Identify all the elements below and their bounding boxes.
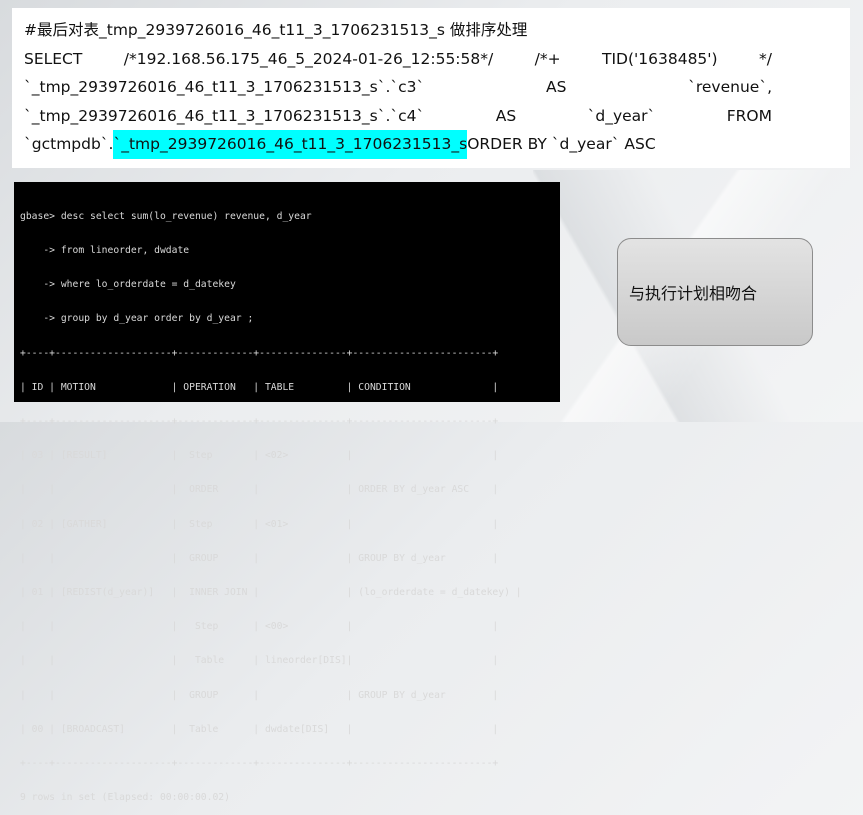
terminal-line: +----+--------------------+-------------… bbox=[20, 758, 499, 770]
terminal-line: | | | ORDER | | ORDER BY d_year ASC | bbox=[20, 484, 499, 496]
terminal-line: | ID | MOTION | OPERATION | TABLE | COND… bbox=[20, 381, 499, 393]
terminal-line: +----+--------------------+-------------… bbox=[20, 347, 499, 359]
terminal-output: gbase> desc select sum(lo_revenue) reven… bbox=[14, 182, 560, 803]
sql-token: */ bbox=[759, 49, 772, 68]
highlighted-table-name: `_tmp_2939726016_46_t11_3_1706231513_s bbox=[113, 130, 468, 159]
sql-token: AS bbox=[545, 78, 567, 96]
terminal-line: -> from lineorder, dwdate bbox=[20, 245, 190, 257]
sql-token: `d_year` bbox=[587, 106, 656, 125]
sql-token: ORDER BY `d_year` ASC bbox=[467, 135, 656, 153]
sql-line-1: SELECT /*192.168.56.175_46_5_2024-01-26_… bbox=[24, 45, 772, 74]
sql-token: AS bbox=[495, 106, 517, 125]
terminal-line: | 03 | [RESULT] | Step | <02> | | bbox=[20, 450, 499, 462]
terminal-line: | | | Table | lineorder[DIS]| | bbox=[20, 655, 499, 667]
terminal-line: | 01 | [REDIST(d_year)] | INNER JOIN | |… bbox=[20, 587, 522, 599]
sql-token: `_tmp_2939726016_46_t11_3_1706231513_s`.… bbox=[24, 78, 425, 96]
sql-token: /*+ bbox=[534, 49, 561, 68]
sql-comment: #最后对表_tmp_2939726016_46_t11_3_1706231513… bbox=[24, 21, 528, 39]
terminal-line: | | | GROUP | | GROUP BY d_year | bbox=[20, 552, 499, 564]
sql-comment-line: #最后对表_tmp_2939726016_46_t11_3_1706231513… bbox=[24, 16, 838, 45]
sql-statement-box: #最后对表_tmp_2939726016_46_t11_3_1706231513… bbox=[12, 8, 850, 168]
callout-text: 与执行计划相吻合 bbox=[629, 284, 758, 303]
terminal-line: -> where lo_orderdate = d_datekey bbox=[20, 279, 236, 291]
terminal-line: | | | Step | <00> | | bbox=[20, 621, 499, 633]
sql-line-4: `gctmpdb`. `_tmp_2939726016_46_t11_3_1706… bbox=[24, 130, 838, 159]
sql-token: /*192.168.56.175_46_5_2024-01-26_12:55:5… bbox=[123, 49, 494, 68]
sql-token: `gctmpdb`. bbox=[24, 135, 114, 153]
sql-token: `_tmp_2939726016_46_t11_3_1706231513_s`.… bbox=[24, 106, 425, 125]
terminal-line: | 00 | [BROADCAST] | Table | dwdate[DIS]… bbox=[20, 723, 499, 735]
sql-token: FROM bbox=[726, 106, 772, 125]
terminal-line: gbase> desc select sum(lo_revenue) reven… bbox=[20, 210, 312, 222]
sql-token: `revenue`, bbox=[688, 78, 772, 96]
terminal-line: | | | GROUP | | GROUP BY d_year | bbox=[20, 689, 499, 701]
sql-token: SELECT bbox=[24, 49, 83, 68]
sql-line-2: `_tmp_2939726016_46_t11_3_1706231513_s`.… bbox=[24, 73, 772, 102]
sql-line-3: `_tmp_2939726016_46_t11_3_1706231513_s`.… bbox=[24, 102, 772, 131]
terminal-line: | 02 | [GATHER] | Step | <01> | | bbox=[20, 518, 499, 530]
callout-box: 与执行计划相吻合 bbox=[617, 238, 813, 346]
sql-token: TID('1638485') bbox=[601, 49, 718, 68]
terminal-line: 9 rows in set (Elapsed: 00:00:00.02) bbox=[20, 792, 230, 804]
terminal-line: -> group by d_year order by d_year ; bbox=[20, 313, 254, 325]
